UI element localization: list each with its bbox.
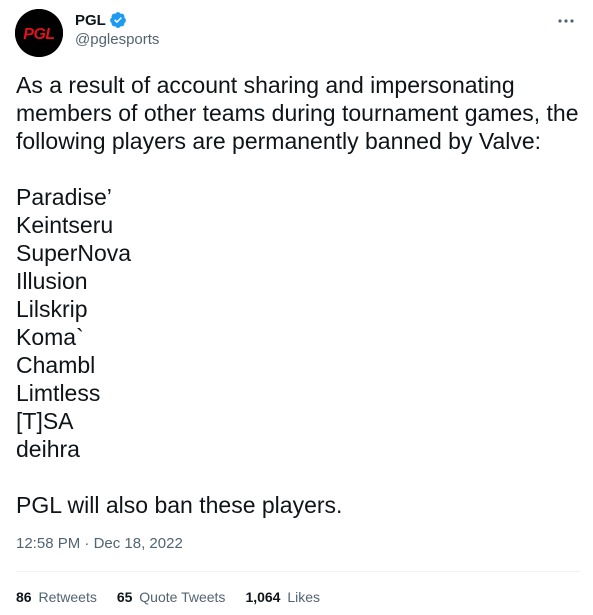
player-name: deihra [16,436,80,462]
player-name: Paradise’ [16,184,112,210]
retweets-stat[interactable]: 86 Retweets [16,589,97,605]
likes-count: 1,064 [245,589,281,605]
player-name: [T]SA [16,408,74,434]
verified-badge-icon [109,11,127,29]
more-options-button[interactable] [553,8,579,34]
svg-text:PGL: PGL [23,26,54,43]
divider [16,571,581,572]
tweet-time[interactable]: 12:58 PM [16,535,80,552]
banned-player-list: Paradise’ Keintseru SuperNova Illusion L… [16,183,586,463]
author-handle[interactable]: @pglesports [75,31,159,48]
avatar[interactable]: PGL [15,9,63,57]
timestamp-separator: · [84,535,90,552]
retweets-count: 86 [16,589,32,605]
likes-label: Likes [287,589,321,605]
player-name: Keintseru [16,212,114,238]
player-name: Koma` [16,324,84,350]
player-name: Lilskrip [16,296,88,322]
player-name: SuperNova [16,240,132,266]
retweets-label: Retweets [38,589,97,605]
tweet-intro: As a result of account sharing and imper… [16,72,579,154]
quote-tweets-count: 65 [116,589,133,605]
tweet-closing: PGL will also ban these players. [16,492,343,518]
player-name: Illusion [16,268,88,294]
tweet-body: As a result of account sharing and imper… [16,71,586,519]
display-name[interactable]: PGL [75,12,106,29]
player-name: Limtless [16,380,101,406]
tweet-timestamp[interactable]: 12:58 PM · Dec 18, 2022 [16,535,183,552]
tweet-card: PGL PGL @pglesports As a result of accou… [0,0,593,615]
quote-tweets-label: Quote Tweets [139,589,226,605]
more-horizontal-icon [558,19,574,23]
pgl-logo: PGL [15,9,63,57]
author-name-row: PGL [75,9,127,31]
engagement-stats: 86 Retweets 65 Quote Tweets 1,064 Likes [16,589,320,605]
likes-stat[interactable]: 1,064 Likes [245,589,320,605]
quote-tweets-stat[interactable]: 65 Quote Tweets [117,589,226,605]
tweet-date[interactable]: Dec 18, 2022 [94,535,183,552]
player-name: Chambl [16,352,96,378]
